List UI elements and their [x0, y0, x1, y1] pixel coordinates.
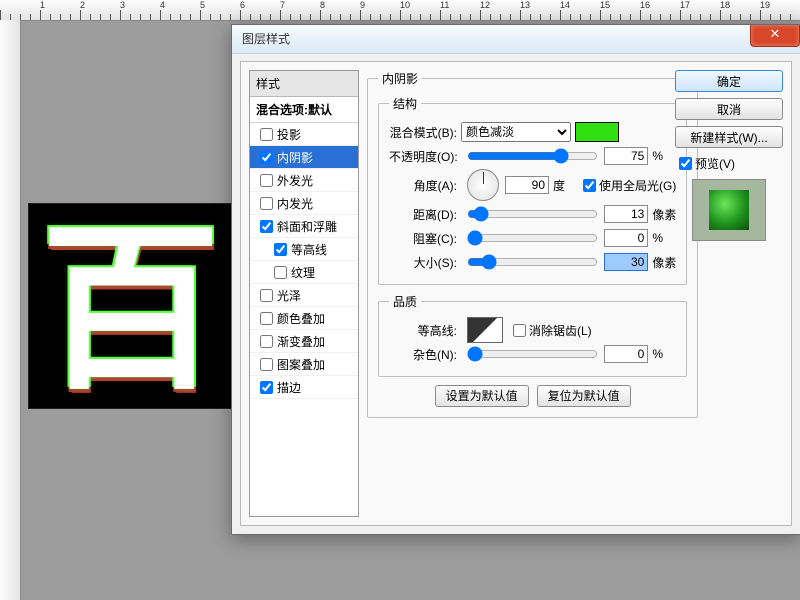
- style-item-颜色叠加[interactable]: 颜色叠加: [250, 307, 358, 330]
- style-label: 光泽: [277, 289, 301, 303]
- angle-dial[interactable]: [467, 169, 499, 201]
- workspace: 12345678910111213141516171819 百 图层样式 ✕ 样…: [0, 0, 800, 600]
- style-label: 投影: [277, 128, 301, 142]
- use-global-light[interactable]: [583, 179, 596, 192]
- style-checkbox[interactable]: [260, 335, 273, 348]
- option-panel: 内阴影 结构 混合模式(B): 颜色减淡 不透明度(O):: [367, 70, 662, 517]
- blend-defaults[interactable]: 混合选项:默认: [250, 97, 358, 123]
- text-layer-glyph: 百: [40, 162, 220, 423]
- preview-thumbnail: [692, 179, 766, 241]
- distance-slider[interactable]: [467, 206, 598, 222]
- ruler-vertical: [0, 20, 21, 600]
- distance-label: 距离(D):: [389, 206, 457, 223]
- use-global-label: 使用全局光(G): [599, 177, 676, 194]
- choke-label: 阻塞(C):: [389, 230, 457, 247]
- style-checkbox[interactable]: [260, 312, 273, 325]
- dialog-body: 样式 混合选项:默认 投影内阴影外发光内发光斜面和浮雕等高线纹理光泽颜色叠加渐变…: [240, 61, 792, 526]
- angle-unit: 度: [553, 177, 577, 194]
- antialias-checkbox[interactable]: [513, 324, 526, 337]
- styles-header[interactable]: 样式: [250, 71, 358, 97]
- opacity-slider[interactable]: [467, 148, 598, 164]
- set-default-button[interactable]: 设置为默认值: [435, 385, 529, 407]
- blend-mode-select[interactable]: 颜色减淡: [461, 122, 571, 142]
- style-label: 内发光: [277, 197, 313, 211]
- noise-unit: %: [652, 347, 676, 361]
- preview-label: 预览(V): [695, 155, 735, 172]
- noise-input[interactable]: [604, 345, 648, 363]
- group-structure: 结构 混合模式(B): 颜色减淡 不透明度(O):: [378, 95, 687, 285]
- style-item-投影[interactable]: 投影: [250, 123, 358, 146]
- style-item-内发光[interactable]: 内发光: [250, 192, 358, 215]
- style-checkbox[interactable]: [274, 266, 287, 279]
- style-item-纹理[interactable]: 纹理: [250, 261, 358, 284]
- style-item-描边[interactable]: 描边: [250, 376, 358, 399]
- noise-label: 杂色(N):: [389, 346, 457, 363]
- distance-input[interactable]: [604, 205, 648, 223]
- group-quality: 品质 等高线: 消除锯齿(L) 杂色(N): %: [378, 293, 687, 377]
- panel-fieldset-outer: 内阴影 结构 混合模式(B): 颜色减淡 不透明度(O):: [367, 70, 698, 418]
- preview-checkbox[interactable]: [679, 157, 692, 170]
- restore-default-button[interactable]: 复位为默认值: [537, 385, 631, 407]
- distance-unit: 像素: [652, 206, 676, 223]
- antialias-label: 消除锯齿(L): [529, 322, 592, 339]
- style-label: 描边: [277, 381, 301, 395]
- style-checkbox[interactable]: [260, 289, 273, 302]
- choke-unit: %: [652, 231, 676, 245]
- dialog-side-buttons: 确定 取消 新建样式(W)... 预览(V): [675, 70, 783, 241]
- panel-title: 内阴影: [378, 70, 422, 87]
- cancel-button[interactable]: 取消: [675, 98, 783, 120]
- group-structure-title: 结构: [389, 95, 421, 112]
- opacity-label: 不透明度(O):: [389, 148, 457, 165]
- opacity-unit: %: [652, 149, 676, 163]
- style-label: 颜色叠加: [277, 312, 325, 326]
- contour-label: 等高线:: [389, 322, 457, 339]
- style-label: 图案叠加: [277, 358, 325, 372]
- style-item-渐变叠加[interactable]: 渐变叠加: [250, 330, 358, 353]
- dialog-title: 图层样式: [242, 32, 290, 46]
- style-checkbox[interactable]: [260, 174, 273, 187]
- choke-slider[interactable]: [467, 230, 598, 246]
- style-label: 斜面和浮雕: [277, 220, 337, 234]
- size-slider[interactable]: [467, 254, 598, 270]
- style-checkbox[interactable]: [260, 128, 273, 141]
- new-style-button[interactable]: 新建样式(W)...: [675, 126, 783, 148]
- size-label: 大小(S):: [389, 254, 457, 271]
- styles-list: 投影内阴影外发光内发光斜面和浮雕等高线纹理光泽颜色叠加渐变叠加图案叠加描边: [250, 123, 358, 399]
- blend-color-swatch[interactable]: [575, 122, 619, 142]
- ok-button[interactable]: 确定: [675, 70, 783, 92]
- close-button[interactable]: ✕: [750, 25, 800, 47]
- style-item-等高线[interactable]: 等高线: [250, 238, 358, 261]
- style-item-斜面和浮雕[interactable]: 斜面和浮雕: [250, 215, 358, 238]
- style-checkbox[interactable]: [260, 197, 273, 210]
- layer-style-dialog: 图层样式 ✕ 样式 混合选项:默认 投影内阴影外发光内发光斜面和浮雕等高线纹理光…: [231, 24, 800, 535]
- style-label: 等高线: [291, 243, 327, 257]
- opacity-input[interactable]: [604, 147, 648, 165]
- style-checkbox[interactable]: [260, 151, 273, 164]
- style-label: 渐变叠加: [277, 335, 325, 349]
- dialog-titlebar[interactable]: 图层样式 ✕: [232, 25, 800, 54]
- size-input[interactable]: [604, 253, 648, 271]
- style-checkbox[interactable]: [260, 358, 273, 371]
- noise-slider[interactable]: [467, 346, 598, 362]
- angle-label: 角度(A):: [389, 177, 457, 194]
- angle-input[interactable]: [505, 176, 549, 194]
- style-item-光泽[interactable]: 光泽: [250, 284, 358, 307]
- styles-column: 样式 混合选项:默认 投影内阴影外发光内发光斜面和浮雕等高线纹理光泽颜色叠加渐变…: [249, 70, 359, 517]
- document-canvas[interactable]: 百: [28, 203, 233, 409]
- style-checkbox[interactable]: [274, 243, 287, 256]
- style-checkbox[interactable]: [260, 220, 273, 233]
- ruler-horizontal: 12345678910111213141516171819: [0, 0, 800, 21]
- style-checkbox[interactable]: [260, 381, 273, 394]
- blend-mode-label: 混合模式(B):: [389, 124, 457, 141]
- style-label: 外发光: [277, 174, 313, 188]
- style-item-内阴影[interactable]: 内阴影: [250, 146, 358, 169]
- style-item-图案叠加[interactable]: 图案叠加: [250, 353, 358, 376]
- choke-input[interactable]: [604, 229, 648, 247]
- group-quality-title: 品质: [389, 293, 421, 310]
- size-unit: 像素: [652, 254, 676, 271]
- style-item-外发光[interactable]: 外发光: [250, 169, 358, 192]
- style-label: 纹理: [291, 266, 315, 280]
- contour-picker[interactable]: [467, 317, 503, 343]
- style-label: 内阴影: [277, 151, 313, 165]
